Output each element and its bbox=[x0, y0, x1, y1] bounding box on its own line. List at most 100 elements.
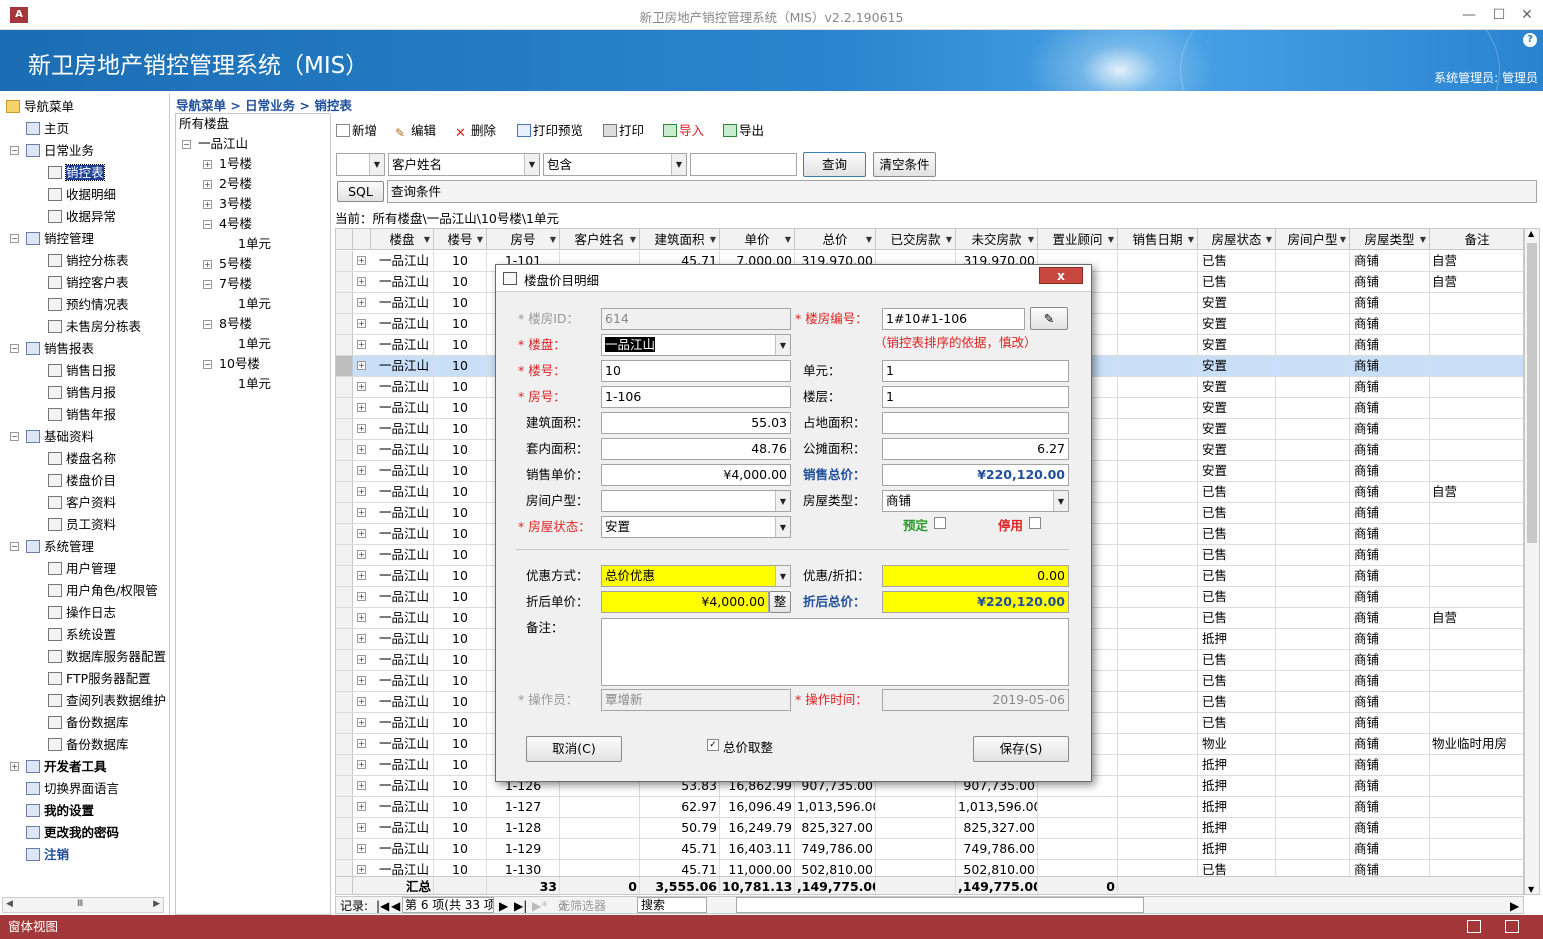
column-filter-arrow-icon[interactable]: ▼ bbox=[866, 229, 872, 250]
table-cell[interactable] bbox=[1118, 671, 1198, 691]
disabled-checkbox[interactable] bbox=[1029, 517, 1041, 529]
row-selector[interactable] bbox=[336, 377, 353, 397]
table-cell[interactable]: 10 bbox=[434, 356, 487, 376]
column-header[interactable]: 房号 ▼ bbox=[487, 229, 560, 250]
table-cell[interactable] bbox=[1430, 713, 1523, 733]
table-cell[interactable]: 商铺 bbox=[1350, 587, 1430, 607]
expand-row-icon[interactable]: + bbox=[357, 550, 366, 559]
table-row[interactable]: + 一品江山 10 1-127 62.97 16,096.49 1,013,596.00 1,… bbox=[336, 797, 1523, 818]
nav-item[interactable]: 系统设置 bbox=[48, 625, 116, 645]
nav-item[interactable]: − 基础资料 bbox=[10, 427, 94, 447]
table-cell[interactable]: 已售 bbox=[1198, 650, 1276, 670]
table-cell[interactable]: 一品江山 bbox=[371, 377, 434, 397]
nav-item[interactable]: + 开发者工具 bbox=[10, 757, 107, 777]
maximize-button[interactable]: ☐ bbox=[1487, 4, 1511, 26]
record-search-input[interactable]: 搜索 bbox=[637, 897, 707, 913]
row-selector[interactable] bbox=[336, 566, 353, 586]
table-cell[interactable] bbox=[1276, 671, 1350, 691]
export-button[interactable]: 导出 bbox=[723, 118, 764, 144]
table-cell[interactable]: 一品江山 bbox=[371, 776, 434, 796]
table-cell[interactable]: 商铺 bbox=[1350, 482, 1430, 502]
table-cell[interactable]: 商铺 bbox=[1350, 713, 1430, 733]
table-cell[interactable]: 商铺 bbox=[1350, 839, 1430, 859]
table-cell[interactable]: 一品江山 bbox=[371, 713, 434, 733]
layout-select[interactable]: ▼ bbox=[601, 490, 791, 512]
table-cell[interactable] bbox=[1276, 314, 1350, 334]
nav-item[interactable]: 客户资料 bbox=[48, 493, 116, 513]
table-cell[interactable] bbox=[1276, 335, 1350, 355]
table-cell[interactable] bbox=[1118, 545, 1198, 565]
table-cell[interactable] bbox=[1276, 545, 1350, 565]
table-cell[interactable] bbox=[1118, 293, 1198, 313]
collapse-icon[interactable]: − bbox=[203, 360, 212, 369]
table-cell[interactable] bbox=[1430, 461, 1523, 481]
expand-row-icon[interactable]: + bbox=[357, 802, 366, 811]
table-cell[interactable] bbox=[560, 797, 640, 817]
expand-icon[interactable]: + bbox=[203, 260, 212, 269]
print-preview-button[interactable]: 打印预览 bbox=[517, 118, 583, 144]
delete-button[interactable]: ✕ 删除 bbox=[455, 118, 496, 144]
row-selector[interactable] bbox=[336, 734, 353, 754]
table-cell[interactable] bbox=[1276, 503, 1350, 523]
table-cell[interactable]: 一品江山 bbox=[371, 797, 434, 817]
table-cell[interactable] bbox=[1276, 293, 1350, 313]
table-row[interactable]: + 一品江山 10 1-129 45.71 16,403.11 749,786.00 749,… bbox=[336, 839, 1523, 860]
table-cell[interactable] bbox=[1430, 629, 1523, 649]
expand-row-icon[interactable]: + bbox=[357, 571, 366, 580]
nav-horizontal-scrollbar[interactable]: ◀ Ⅲ ▶ bbox=[2, 897, 164, 913]
expand-row-icon[interactable]: + bbox=[357, 445, 366, 454]
expand-icon[interactable]: + bbox=[10, 762, 19, 771]
grid-horizontal-scrollbar[interactable] bbox=[736, 897, 1144, 913]
expand-row-icon[interactable]: + bbox=[357, 487, 366, 496]
table-cell[interactable]: 商铺 bbox=[1350, 818, 1430, 838]
table-cell[interactable]: 一品江山 bbox=[371, 272, 434, 292]
table-cell[interactable] bbox=[1276, 524, 1350, 544]
table-cell[interactable]: 商铺 bbox=[1350, 755, 1430, 775]
table-cell[interactable] bbox=[1430, 797, 1523, 817]
table-cell[interactable] bbox=[1276, 734, 1350, 754]
collapse-icon[interactable]: − bbox=[10, 234, 19, 243]
table-cell[interactable] bbox=[1118, 755, 1198, 775]
expand-row-icon[interactable]: + bbox=[357, 823, 366, 832]
row-selector[interactable] bbox=[336, 503, 353, 523]
column-filter-arrow-icon[interactable]: ▼ bbox=[1028, 229, 1034, 250]
row-selector[interactable] bbox=[336, 482, 353, 502]
table-cell[interactable] bbox=[876, 818, 956, 838]
table-cell[interactable]: 一品江山 bbox=[371, 818, 434, 838]
column-filter-arrow-icon[interactable]: ▼ bbox=[477, 229, 483, 250]
nav-root[interactable]: 导航菜单 bbox=[6, 97, 74, 117]
nav-item[interactable]: 我的设置 bbox=[26, 801, 94, 821]
table-cell[interactable] bbox=[1430, 503, 1523, 523]
table-cell[interactable]: 一品江山 bbox=[371, 503, 434, 523]
row-selector[interactable] bbox=[336, 776, 353, 796]
table-cell[interactable] bbox=[1430, 776, 1523, 796]
table-cell[interactable] bbox=[1118, 440, 1198, 460]
nav-item[interactable]: 用户角色/权限管 bbox=[48, 581, 158, 601]
table-cell[interactable] bbox=[1276, 272, 1350, 292]
dialog-close-button[interactable]: x bbox=[1039, 267, 1083, 284]
table-cell[interactable] bbox=[1276, 377, 1350, 397]
expand-row-icon[interactable]: + bbox=[357, 844, 366, 853]
tree-node[interactable]: −4号楼 bbox=[203, 215, 252, 233]
table-cell[interactable]: 一品江山 bbox=[371, 629, 434, 649]
column-header[interactable]: 房间户型 ▼ bbox=[1276, 229, 1350, 250]
table-cell[interactable]: 一品江山 bbox=[371, 755, 434, 775]
filter-operator-select[interactable]: 包含 ▼ bbox=[543, 153, 687, 176]
table-cell[interactable]: 10 bbox=[434, 440, 487, 460]
table-cell[interactable]: 一品江山 bbox=[371, 293, 434, 313]
row-selector[interactable] bbox=[336, 713, 353, 733]
column-header[interactable]: 楼号 ▼ bbox=[434, 229, 487, 250]
table-cell[interactable] bbox=[1118, 398, 1198, 418]
sql-button[interactable]: SQL bbox=[337, 181, 384, 202]
collapse-icon[interactable]: − bbox=[182, 140, 191, 149]
datasheet-view-icon[interactable] bbox=[1505, 920, 1519, 933]
tree-node[interactable]: +1号楼 bbox=[203, 155, 252, 173]
table-cell[interactable] bbox=[1118, 818, 1198, 838]
grid-corner[interactable] bbox=[336, 229, 353, 250]
table-cell[interactable]: 62.97 bbox=[640, 797, 720, 817]
table-cell[interactable]: 50.79 bbox=[640, 818, 720, 838]
query-condition-box[interactable]: 查询条件 bbox=[387, 180, 1537, 203]
nav-item[interactable]: 销售月报 bbox=[48, 383, 116, 403]
table-cell[interactable] bbox=[1430, 356, 1523, 376]
table-cell[interactable]: 16,096.49 bbox=[720, 797, 795, 817]
